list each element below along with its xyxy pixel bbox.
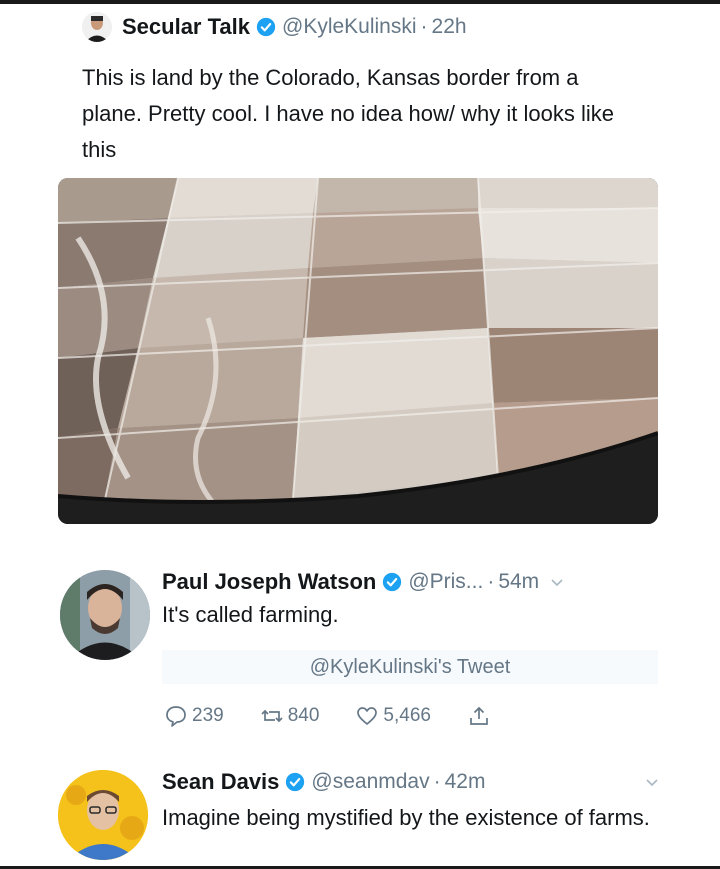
tweet-actions: 239 840 5,466 (164, 700, 531, 732)
author-handle[interactable]: @KyleKulinski (282, 15, 417, 39)
reply-header: Paul Joseph Watson @Pris... · 54m (162, 566, 565, 598)
reply-text: Imagine being mystified by the existence… (162, 805, 650, 830)
aerial-farmland-image (58, 178, 658, 524)
timestamp[interactable]: 42m (445, 770, 486, 794)
author-handle[interactable]: @seanmdav (311, 770, 429, 794)
avatar-icon (82, 12, 112, 42)
verified-badge-icon (383, 572, 402, 592)
timestamp[interactable]: 22h (432, 15, 467, 39)
tweet-header: Secular Talk @KyleKulinski · 22h (82, 12, 467, 42)
chevron-down-icon[interactable] (549, 574, 565, 590)
separator-dot: · (433, 770, 441, 793)
avatar[interactable] (58, 770, 148, 860)
verified-badge-icon (256, 17, 276, 37)
avatar[interactable] (60, 570, 150, 660)
separator-dot: · (487, 570, 495, 593)
avatar-icon (60, 570, 150, 660)
quoted-tweet-link[interactable]: @KyleKulinski's Tweet (162, 650, 658, 684)
heart-icon (357, 707, 378, 725)
like-button[interactable]: 5,466 (355, 704, 431, 728)
reply-header: Sean Davis @seanmdav · 42m (162, 766, 485, 798)
reply-button[interactable]: 239 (164, 704, 224, 728)
reply-count: 239 (192, 705, 224, 726)
author-name[interactable]: Secular Talk (122, 14, 250, 40)
timestamp[interactable]: 54m (498, 570, 539, 594)
chevron-down-icon[interactable] (644, 774, 660, 790)
like-count: 5,466 (383, 705, 431, 726)
author-name[interactable]: Paul Joseph Watson (162, 569, 376, 595)
tweet-text: This is land by the Colorado, Kansas bor… (82, 65, 614, 162)
share-icon (470, 706, 488, 725)
avatar[interactable] (82, 12, 112, 42)
share-button[interactable] (467, 704, 495, 728)
top-border (0, 0, 720, 4)
author-handle[interactable]: @Pris... (408, 570, 483, 594)
verified-badge-icon (286, 772, 305, 792)
quoted-tweet-label: @KyleKulinski's Tweet (309, 655, 511, 678)
reply-icon (166, 706, 186, 727)
author-name[interactable]: Sean Davis (162, 769, 279, 795)
retweet-icon (261, 709, 283, 723)
retweet-button[interactable]: 840 (260, 704, 320, 728)
avatar-icon (58, 770, 148, 860)
separator-dot: · (420, 15, 428, 38)
tweet-photo[interactable] (58, 178, 658, 524)
retweet-count: 840 (287, 705, 320, 726)
reply-text: It's called farming. (162, 602, 339, 627)
